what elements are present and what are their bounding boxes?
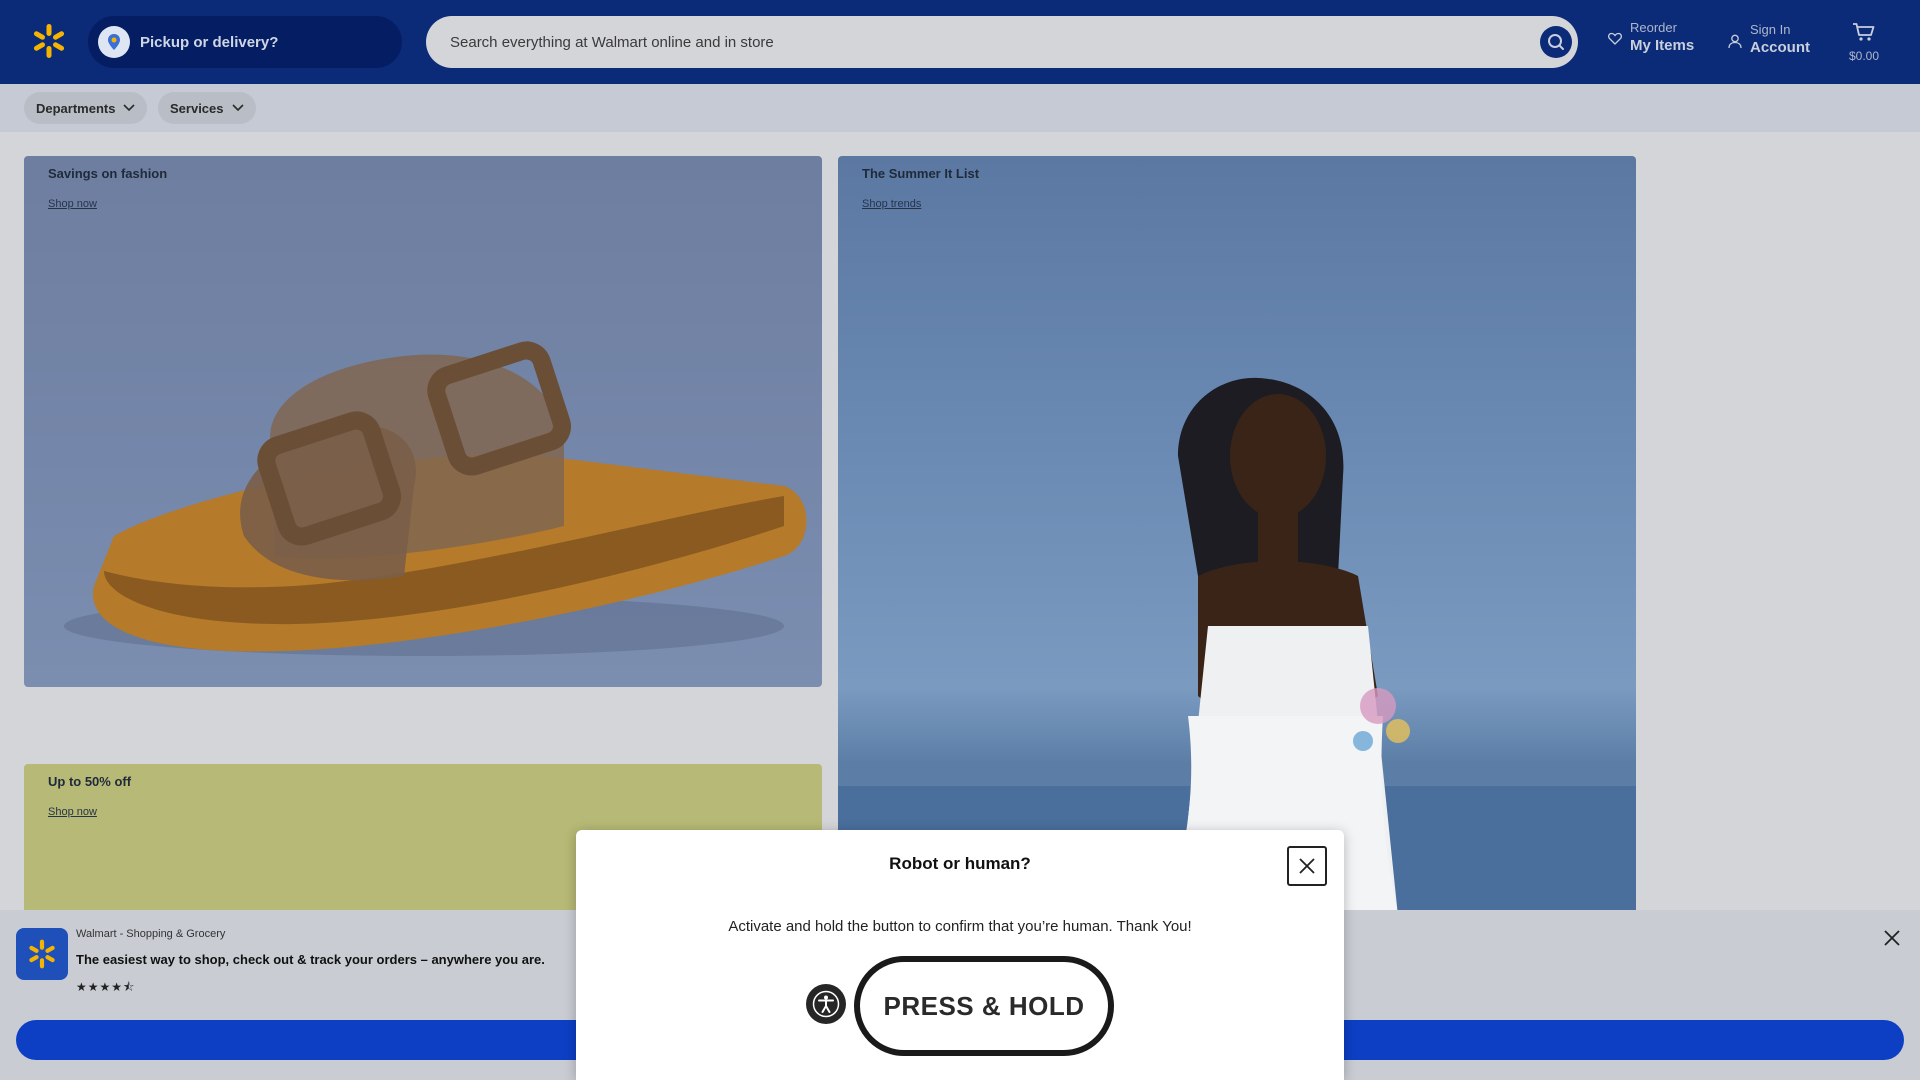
- my-items-label: My Items: [1630, 37, 1695, 54]
- press-and-hold-button[interactable]: PRESS & HOLD: [854, 956, 1114, 1056]
- accessibility-icon: [812, 990, 840, 1018]
- reorder-my-items-link[interactable]: Reorder My Items: [1608, 20, 1694, 56]
- user-icon: [1728, 34, 1742, 49]
- summer-it-list-card[interactable]: The Summer It List Shop trends: [838, 156, 1636, 916]
- reorder-label: Reorder: [1630, 20, 1677, 35]
- sandal-image: [64, 341, 807, 656]
- modal-message: Activate and hold the button to confirm …: [728, 918, 1192, 935]
- savings-on-fashion-card[interactable]: Savings on fashion Shop now: [24, 156, 822, 687]
- cart-icon: [1853, 23, 1875, 41]
- pickup-or-delivery-button[interactable]: Pickup or delivery?: [88, 16, 402, 68]
- cart-total: $0.00: [1848, 49, 1880, 63]
- card-title: Up to 50% off: [48, 774, 132, 789]
- robot-check-modal: Robot or human? Activate and hold the bu…: [576, 830, 1344, 1080]
- modal-title: Robot or human?: [889, 854, 1031, 873]
- app-rating-stars: ★★★★⯪: [76, 980, 136, 994]
- search-button[interactable]: [1540, 26, 1572, 58]
- walmart-app-logo-icon: [16, 928, 68, 980]
- accessibility-button[interactable]: [806, 984, 846, 1024]
- model-image: [838, 377, 1636, 916]
- cart-button[interactable]: $0.00: [1842, 22, 1886, 63]
- departments-label: Departments: [36, 100, 116, 116]
- modal-close-button[interactable]: [1287, 846, 1327, 886]
- departments-dropdown[interactable]: Departments: [24, 92, 148, 124]
- walmart-spark-logo-icon[interactable]: [30, 22, 68, 60]
- app-description: The easiest way to shop, check out & tra…: [76, 952, 545, 967]
- services-label: Services: [170, 100, 224, 116]
- shop-now-link[interactable]: Shop now: [48, 806, 97, 818]
- sub-navigation: Departments Services: [0, 84, 1920, 132]
- pickup-label: Pickup or delivery?: [140, 33, 279, 51]
- search-bar: [426, 16, 1578, 68]
- close-icon: [1299, 858, 1315, 874]
- sign-in-account-link[interactable]: Sign In Account: [1728, 22, 1810, 58]
- app-name: Walmart - Shopping & Grocery: [76, 928, 226, 940]
- search-input[interactable]: [450, 33, 1510, 51]
- heart-icon: [1608, 32, 1622, 45]
- sign-in-label: Sign In: [1750, 22, 1791, 37]
- chevron-down-icon: [123, 104, 136, 112]
- chevron-down-icon: [231, 104, 244, 112]
- account-label: Account: [1750, 39, 1810, 56]
- header: Pickup or delivery? Reorder My Items Sig…: [0, 0, 1920, 84]
- search-icon: [1548, 34, 1564, 50]
- close-icon: [1884, 930, 1900, 946]
- close-banner-button[interactable]: [1880, 926, 1904, 950]
- location-icon: [98, 26, 130, 58]
- services-dropdown[interactable]: Services: [158, 92, 256, 124]
